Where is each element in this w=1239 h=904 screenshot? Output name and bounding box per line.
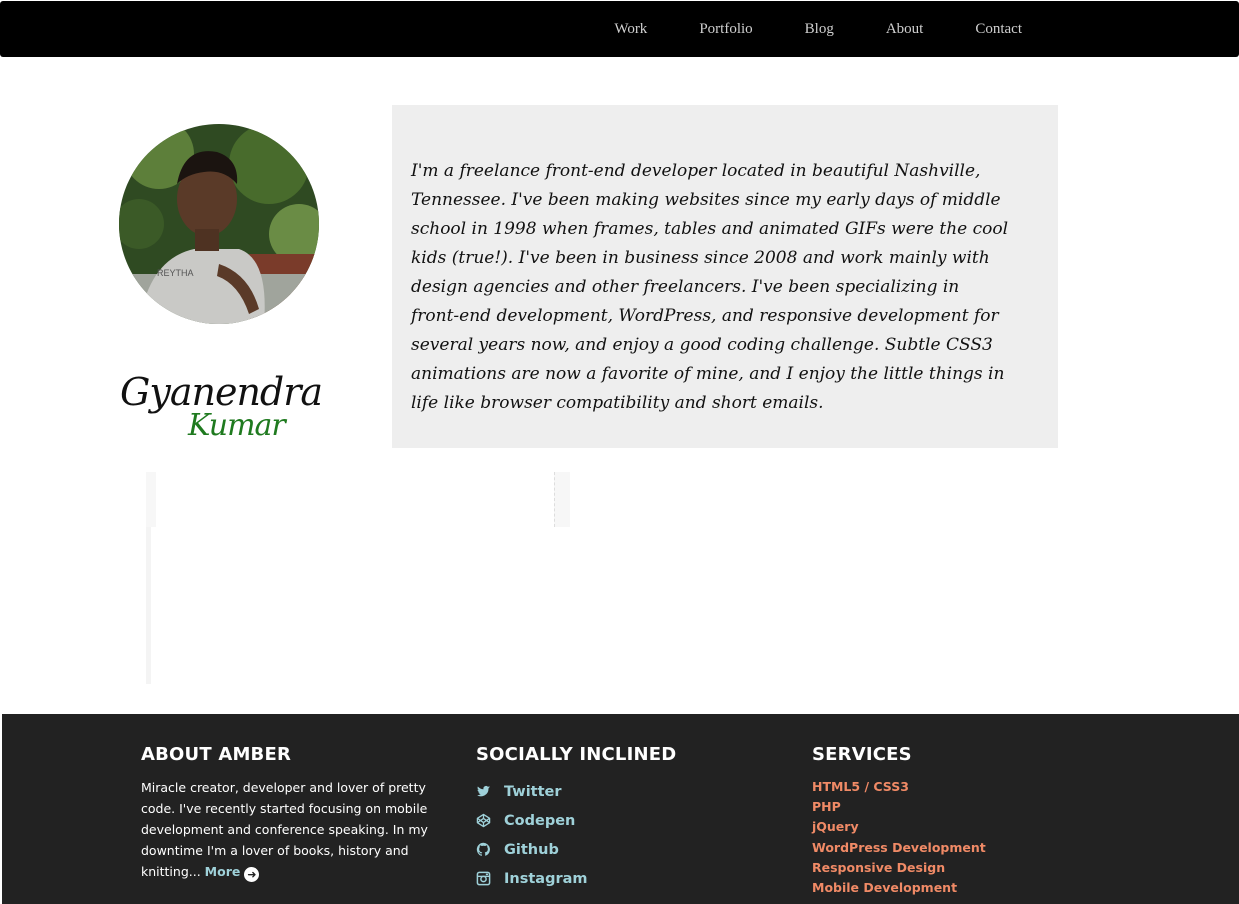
bio-panel: I'm a freelance front-end developer loca… — [392, 105, 1058, 448]
arrow-right-circle-icon: ➜ — [244, 867, 260, 882]
profile-photo-image: REYTHA — [119, 124, 319, 324]
service-link-mobile-development[interactable]: Mobile Development — [812, 878, 1052, 898]
profile-photo: REYTHA — [119, 124, 319, 324]
more-link-label: More — [204, 864, 241, 879]
social-link-github[interactable]: Github — [476, 835, 716, 864]
footer-services-column: SERVICES HTML5 / CSS3 PHP jQuery WordPre… — [812, 744, 1052, 898]
top-navbar: Work Portfolio Blog About Contact — [0, 1, 1239, 57]
nav-link-blog[interactable]: Blog — [779, 21, 860, 38]
social-label-instagram: Instagram — [504, 870, 588, 887]
empty-frame-right-edge — [554, 472, 570, 527]
social-label-twitter: Twitter — [504, 783, 562, 800]
empty-frame-left-edge — [146, 527, 151, 684]
footer-social-heading: SOCIALLY INCLINED — [476, 744, 677, 765]
social-link-codepen[interactable]: Codepen — [476, 806, 716, 835]
service-link-html5-css3[interactable]: HTML5 / CSS3 — [812, 777, 1052, 797]
nav-link-about[interactable]: About — [860, 21, 950, 38]
footer: ABOUT AMBER Miracle creator, developer a… — [2, 714, 1239, 904]
bio-text: I'm a freelance front-end developer loca… — [411, 161, 1009, 413]
service-link-jquery[interactable]: jQuery — [812, 817, 1052, 837]
social-label-github: Github — [504, 841, 559, 858]
footer-services-heading: SERVICES — [812, 744, 912, 765]
footer-about-heading: ABOUT AMBER — [141, 744, 292, 765]
social-label-codepen: Codepen — [504, 812, 576, 829]
svg-text:REYTHA: REYTHA — [157, 268, 194, 278]
footer-about-column: ABOUT AMBER Miracle creator, developer a… — [141, 744, 441, 882]
footer-about-text: Miracle creator, developer and lover of … — [141, 777, 441, 882]
twitter-icon — [476, 785, 491, 797]
nav-link-contact[interactable]: Contact — [949, 21, 1048, 38]
signature: Gyanendra Kumar — [118, 362, 323, 452]
codepen-icon — [476, 813, 491, 828]
footer-about-body: Miracle creator, developer and lover of … — [141, 780, 428, 879]
empty-frame-edge — [146, 472, 156, 527]
footer-social-column: SOCIALLY INCLINED Twitter Codepen Github… — [476, 744, 716, 893]
nav-link-portfolio[interactable]: Portfolio — [673, 21, 778, 38]
empty-frame — [146, 472, 570, 527]
instagram-icon — [476, 871, 491, 886]
social-link-twitter[interactable]: Twitter — [476, 777, 716, 806]
signature-last-name: Kumar — [188, 408, 286, 443]
service-link-responsive-design[interactable]: Responsive Design — [812, 858, 1052, 878]
service-link-wordpress[interactable]: WordPress Development — [812, 838, 1052, 858]
social-link-instagram[interactable]: Instagram — [476, 864, 716, 893]
nav-link-work[interactable]: Work — [588, 21, 673, 38]
github-icon — [476, 842, 490, 856]
more-link[interactable]: More ➜ — [204, 864, 260, 882]
main-nav: Work Portfolio Blog About Contact — [588, 1, 1048, 57]
service-link-php[interactable]: PHP — [812, 797, 1052, 817]
